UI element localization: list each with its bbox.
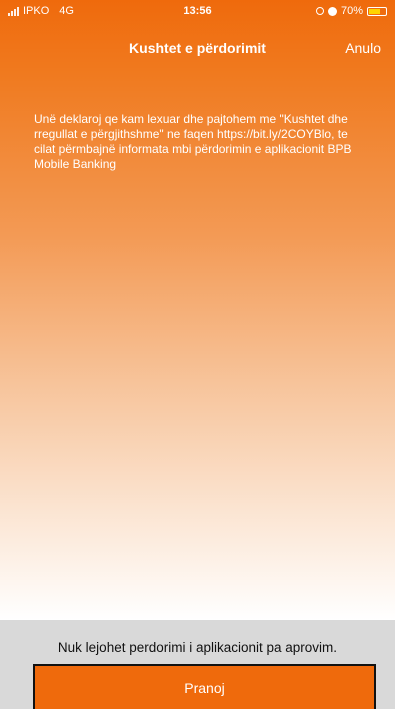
accept-button[interactable]: Pranoj (33, 664, 376, 709)
status-right: 70% (315, 5, 387, 17)
status-bar: IPKO 4G 13:56 70% (0, 0, 395, 22)
battery-icon (367, 6, 387, 16)
bottom-panel: Nuk lejohet perdorimi i aplikacionit pa … (0, 620, 395, 709)
battery-percentage: 70% (340, 5, 363, 17)
page-title: Kushtet e përdorimit (129, 40, 266, 56)
alarm-icon (327, 6, 337, 16)
navigation-bar: Kushtet e përdorimit Anulo (0, 34, 395, 62)
battery-level (369, 8, 381, 14)
terms-statement: Unë deklaroj qe kam lexuar dhe pajtohem … (34, 112, 352, 171)
orientation-lock-icon (315, 7, 324, 15)
terms-screen: IPKO 4G 13:56 70% Kushtet e përdorimit A… (0, 0, 395, 709)
cancel-button[interactable]: Anulo (345, 40, 381, 56)
orange-gradient-background (0, 0, 395, 620)
approval-notice: Nuk lejohet perdorimi i aplikacionit pa … (57, 640, 338, 655)
